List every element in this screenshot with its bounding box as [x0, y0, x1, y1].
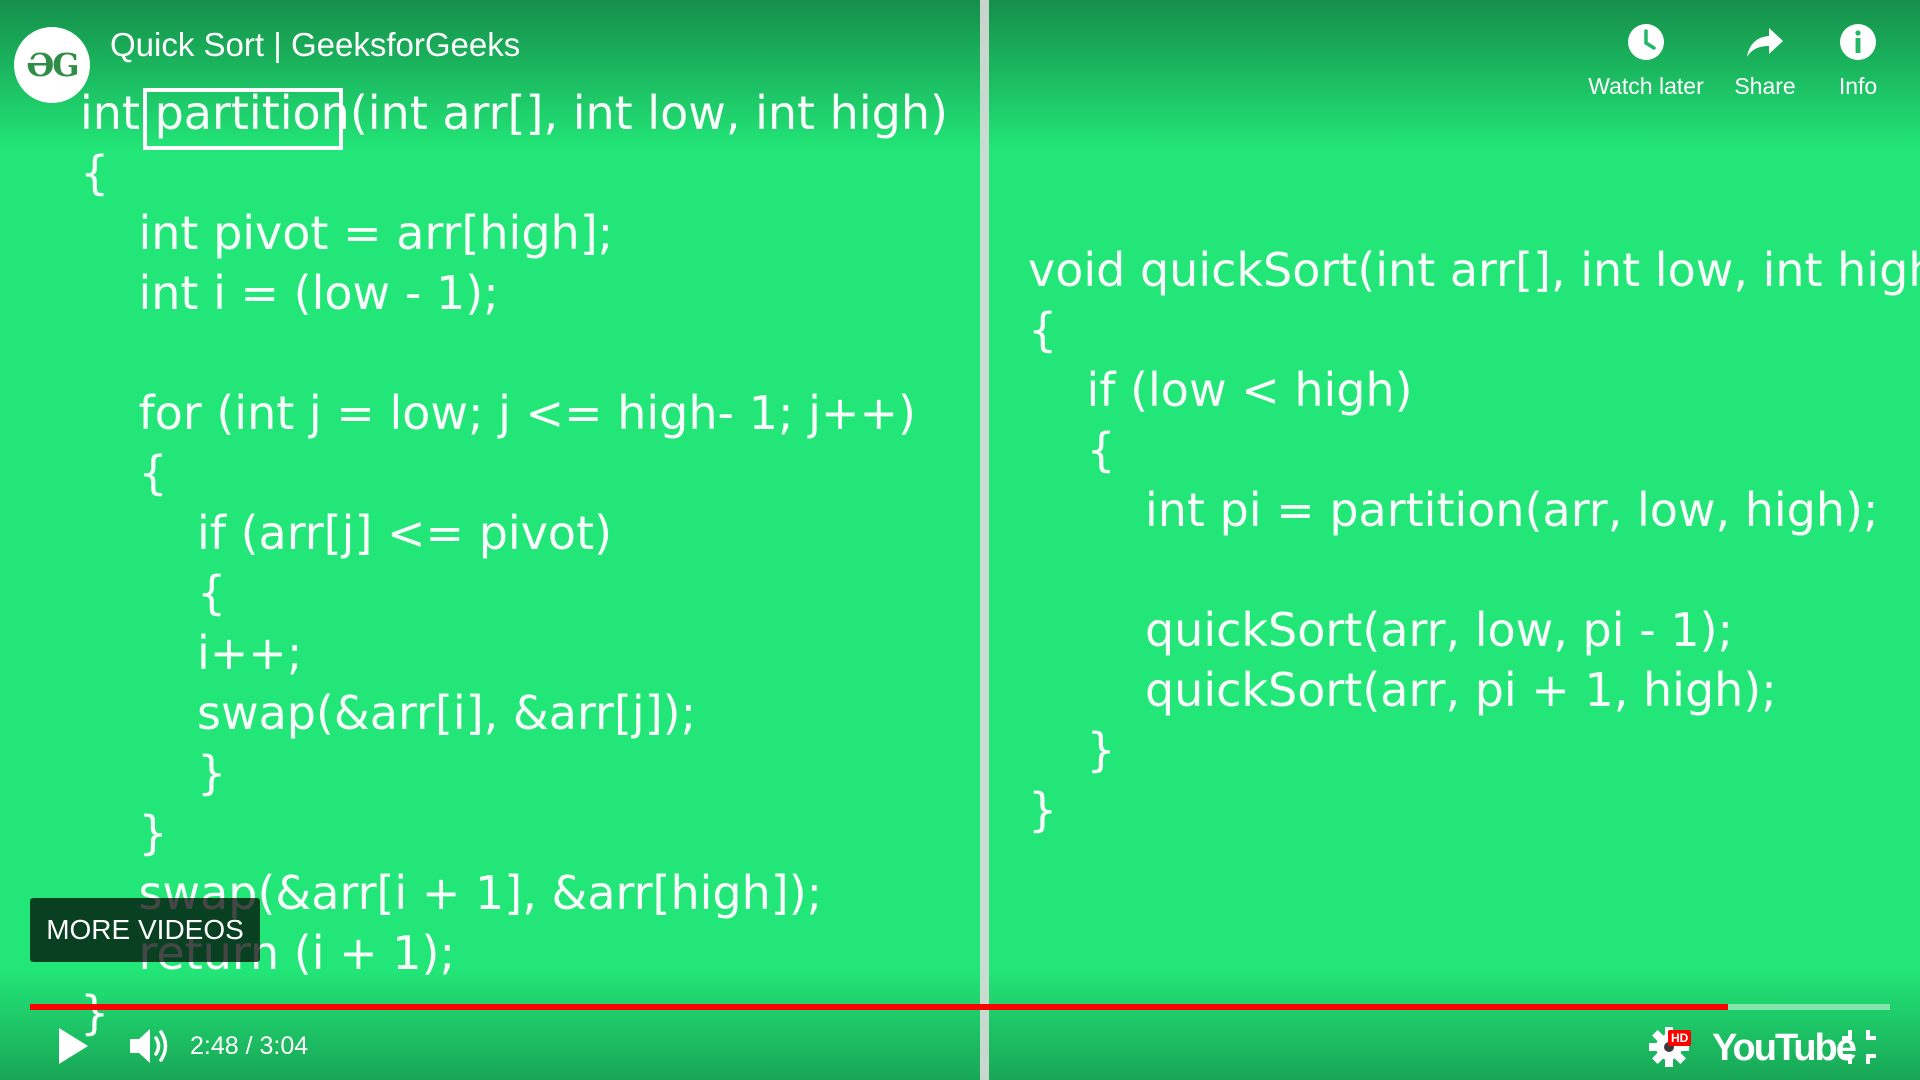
progress-bar[interactable]: [30, 1004, 1890, 1010]
play-button[interactable]: [56, 1026, 90, 1066]
clock-icon: [1628, 24, 1664, 60]
code-line: quickSort(arr, low, pi - 1);: [1028, 603, 1734, 657]
code-line: {: [1028, 423, 1116, 477]
code-line: }: [80, 806, 168, 860]
watch-later-label: Watch later: [1588, 73, 1704, 99]
watch-later-button[interactable]: Watch later: [1576, 22, 1716, 100]
info-button[interactable]: Info: [1828, 22, 1888, 100]
code-line: {: [80, 446, 168, 500]
code-line: {: [80, 146, 110, 200]
progress-played: [30, 1004, 1729, 1010]
code-line: void quickSort(int arr[], int low, int h…: [1028, 243, 1920, 297]
code-line: }: [1028, 783, 1058, 837]
code-line: if (low < high): [1028, 363, 1413, 417]
exit-fullscreen-icon[interactable]: [1840, 1028, 1878, 1066]
code-line: }: [1028, 723, 1116, 777]
code-line: int i = (low - 1);: [80, 266, 499, 320]
more-videos-button[interactable]: MORE VIDEOS: [30, 898, 260, 962]
code-line: swap(&arr[i], &arr[j]);: [80, 686, 697, 740]
code-line: {: [80, 566, 227, 620]
code-line: quickSort(arr, pi + 1, high);: [1028, 663, 1777, 717]
video-title[interactable]: Quick Sort | GeeksforGeeks: [110, 24, 520, 66]
info-label: Info: [1838, 73, 1878, 99]
code-line: int pi = partition(arr, low, high);: [1028, 483, 1879, 537]
quicksort-code-block: void quickSort(int arr[], int low, int h…: [1028, 240, 1920, 840]
code-line: }: [80, 746, 227, 800]
code-divider: [980, 0, 989, 1080]
youtube-logo[interactable]: YouTube: [1712, 1026, 1857, 1070]
channel-logo[interactable]: ƏG: [14, 27, 90, 103]
partition-highlight-box: [143, 88, 343, 150]
info-icon: [1840, 24, 1876, 60]
share-label: Share: [1734, 73, 1796, 99]
code-line: int pivot = arr[high];: [80, 206, 614, 260]
volume-icon[interactable]: [128, 1026, 174, 1066]
share-button[interactable]: Share: [1730, 22, 1800, 100]
hd-badge: HD: [1668, 1030, 1692, 1046]
code-line: if (arr[j] <= pivot): [80, 506, 613, 560]
share-arrow-icon: [1747, 28, 1783, 57]
code-line: i++;: [80, 626, 303, 680]
code-line: {: [1028, 303, 1058, 357]
time-display: 2:48 / 3:04: [190, 1032, 309, 1060]
code-line: for (int j = low; j <= high- 1; j++): [80, 386, 916, 440]
channel-logo-text: ƏG: [26, 46, 79, 84]
